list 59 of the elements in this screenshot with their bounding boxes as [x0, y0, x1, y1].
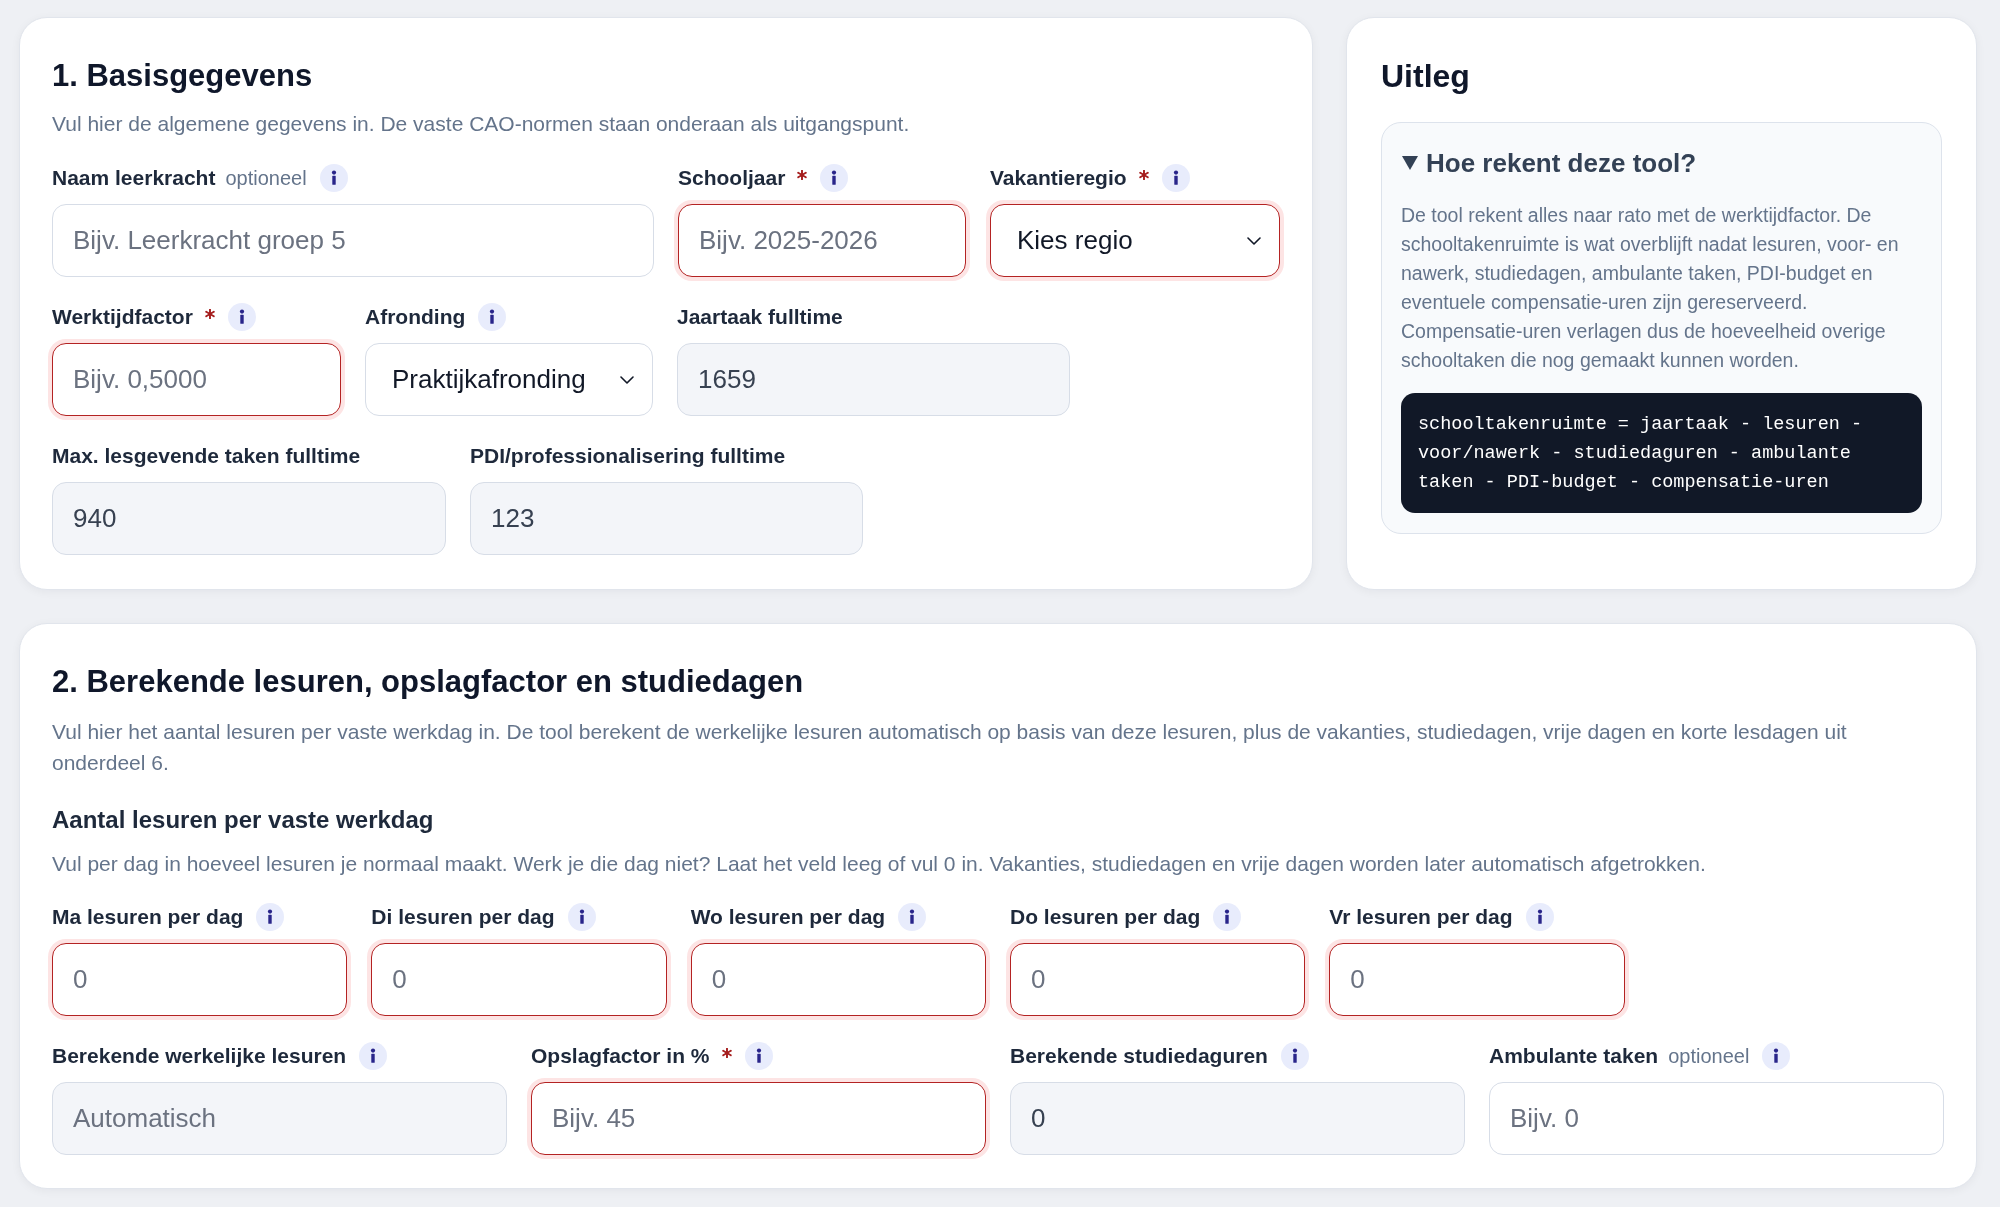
- info-icon[interactable]: [1525, 903, 1554, 931]
- optional-hint: optioneel: [225, 166, 307, 191]
- field-label: Naam leerkracht: [52, 165, 216, 191]
- field-label: Max. lesgevende taken fulltime: [52, 443, 361, 469]
- input-field[interactable]: 0: [1329, 943, 1625, 1016]
- section-description: Vul hier de algemene gegevens in. De vaste CAO-normen staan onderaan als uitgangspunt.: [52, 111, 911, 137]
- explanation-text: De tool rekent alles naar rato met de werktijdfactor. De schooltakenruimte is wat overblijft nadat lesuren, voor- en nawerk, studiedagen, ambulante taken, PDI-budget en eventuele compensatie-uren zijn gereserveerd. Compensatie-uren verlagen dus de hoeveelheid overige schooltaken die nog gemaakt kunnen worden.: [1401, 203, 1900, 373]
- input-field[interactable]: 0: [52, 943, 348, 1016]
- field-label: Berekende studiedaguren: [1010, 1043, 1268, 1069]
- info-icon[interactable]: [478, 303, 507, 331]
- info-icon[interactable]: [1280, 1042, 1309, 1070]
- subsection-heading: Aantal lesuren per vaste werkdag: [52, 805, 435, 835]
- input-field[interactable]: Bijv. 0,5000: [52, 343, 341, 416]
- field-label: Afronding: [365, 304, 466, 330]
- disclosure-triangle-icon[interactable]: [1401, 154, 1419, 172]
- section-heading: Uitleg: [1381, 58, 1471, 94]
- input-field[interactable]: 1659: [677, 343, 1070, 416]
- field-label: Jaartaak fulltime: [677, 304, 843, 330]
- field-label: Wo lesuren per dag: [690, 904, 886, 930]
- chevron-down-icon: [1247, 236, 1261, 245]
- field-label: Vr lesuren per dag: [1329, 904, 1513, 930]
- section-description: Vul hier het aantal lesuren per vaste werkdag in. De tool berekent de werkelijke lesuren automatisch op basis van deze lesuren, plus de vakanties, studiedagen, vrije dagen en korte lesdagen uit onderdeel 6.: [52, 719, 1848, 776]
- details-summary[interactable]: Hoe rekent deze tool?: [1426, 147, 1697, 179]
- chevron-down-icon: [620, 375, 634, 384]
- info-icon[interactable]: [359, 1042, 388, 1070]
- optional-hint: optioneel: [1668, 1044, 1750, 1069]
- input-field[interactable]: 0: [1010, 943, 1306, 1016]
- field-label: PDI/professionalisering fulltime: [470, 443, 786, 469]
- field-label: Berekende werkelijke lesuren: [52, 1043, 347, 1069]
- input-field[interactable]: Bijv. 45: [531, 1082, 986, 1155]
- field-label: Ambulante taken: [1489, 1043, 1659, 1069]
- field-label: Ma lesuren per dag: [52, 904, 244, 930]
- info-icon[interactable]: [567, 903, 596, 931]
- field-label: Opslagfactor in %: [531, 1043, 710, 1069]
- field-label: Do lesuren per dag: [1010, 904, 1201, 930]
- input-field[interactable]: 123: [470, 482, 863, 555]
- section-heading: 2. Berekende lesuren, opslagfactor en studiedagen: [52, 664, 805, 700]
- subsection-description: Vul per dag in hoeveel lesuren je normaal maakt. Werk je die dag niet? Laat het veld leeg of vul 0 in. Vakanties, studiedagen en vrije dagen worden later automatisch afgetrokken.: [52, 851, 1707, 877]
- input-field[interactable]: Bijv. 2025-2026: [678, 204, 966, 277]
- input-field[interactable]: 0: [371, 943, 667, 1016]
- info-icon[interactable]: [898, 903, 927, 931]
- field-label: Vakantieregio: [990, 165, 1127, 191]
- info-icon[interactable]: [1161, 164, 1190, 192]
- info-icon[interactable]: [227, 303, 256, 331]
- formula-code: schooltakenruimte = jaartaak - lesuren - voor/nawerk - studiedaguren - ambulante taken - PDI-budget - compensatie-uren: [1401, 393, 1922, 513]
- field-label: Di lesuren per dag: [371, 904, 555, 930]
- info-icon[interactable]: [820, 164, 849, 192]
- input-field[interactable]: 0: [690, 943, 986, 1016]
- info-icon[interactable]: [256, 903, 285, 931]
- info-icon[interactable]: [1213, 903, 1242, 931]
- input-field[interactable]: 0: [1010, 1082, 1465, 1155]
- input-field[interactable]: 940: [52, 482, 446, 555]
- info-icon[interactable]: [744, 1042, 773, 1070]
- info-icon[interactable]: [319, 164, 348, 192]
- info-icon[interactable]: [1762, 1042, 1791, 1070]
- dropdown[interactable]: Praktijkafronding: [365, 343, 653, 416]
- field-label: Schooljaar: [678, 165, 786, 191]
- field-label: Werktijdfactor: [52, 304, 193, 330]
- section-heading: 1. Basisgegevens: [52, 58, 314, 94]
